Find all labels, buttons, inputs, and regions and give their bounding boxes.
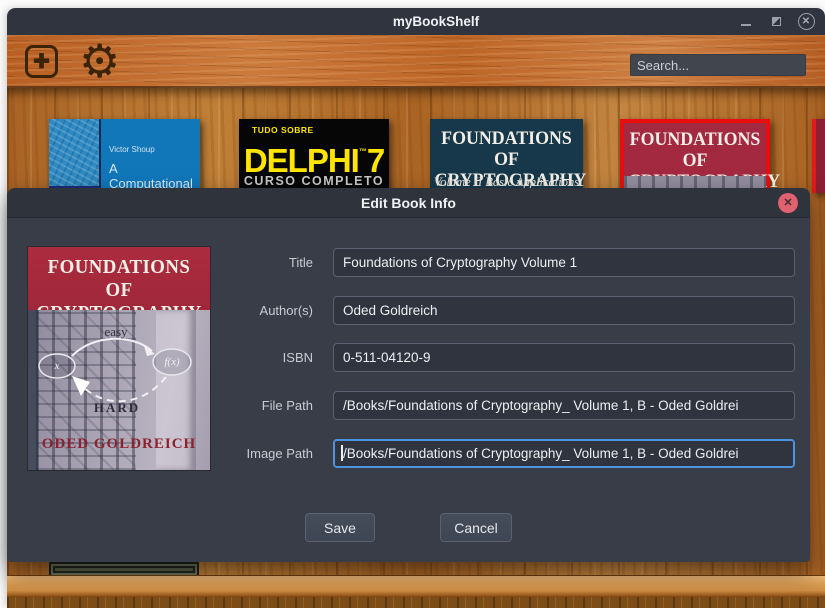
lower-shelf-wood [7,597,825,608]
dialog-title: Edit Book Info [361,195,456,211]
edit-book-dialog: Edit Book Info ✕ FOUNDATIONS OF CRYPTOGR… [7,188,810,562]
book-foundations-cryptography-vol2[interactable]: FOUNDATIONS OF CRYPTOGRAPHY Volume II Ba… [430,119,583,193]
title-label: Title [137,255,313,270]
toolbar: ✚ ⚙ [7,35,825,88]
book-delphi-7[interactable]: TUDO SOBRE DELPHI™7 CURSO COMPLETO [239,119,389,193]
form-row-title: Title [7,248,810,277]
authors-label: Author(s) [137,303,313,318]
maximize-button[interactable] [767,13,785,31]
easy-label: easy [104,324,127,340]
file-path-input[interactable] [333,391,795,420]
close-icon: ✕ [798,13,815,30]
desktop-background: myBookShelf ✕ ✚ ⚙ Victor Shoup [0,0,825,608]
book-cover-text: Victor Shoup A Computational Introductio… [101,119,200,193]
text-cursor [341,445,343,461]
dialog-close-button[interactable]: ✕ [778,193,798,213]
cancel-button[interactable]: Cancel [440,513,512,542]
authors-input[interactable] [333,296,795,325]
image-path-input[interactable] [333,439,795,468]
book-subtitle: CURSO COMPLETO [239,174,389,188]
add-book-button[interactable]: ✚ [25,45,58,78]
form-row-authors: Author(s) [7,296,810,325]
isbn-input[interactable] [333,343,795,372]
minimize-icon [741,24,751,26]
book-foundations-cryptography-vol1-selected[interactable]: FOUNDATIONS OF CRYPTOGRAPHY [620,119,770,193]
settings-button[interactable]: ⚙ [79,35,120,87]
file-path-label: File Path [137,398,313,413]
minimize-button[interactable] [737,13,755,31]
book-partial-right-edge[interactable] [812,119,825,193]
gear-icon: ⚙ [79,35,120,87]
form-row-isbn: ISBN [7,343,810,372]
book-author: Victor Shoup [109,145,155,154]
book-cover-art [49,119,101,193]
form-row-image-path: Image Path [7,439,810,468]
add-book-icon: ✚ [33,52,50,72]
form-row-file-path: File Path [7,391,810,420]
search-input[interactable] [630,54,806,76]
shelf-board [7,575,825,597]
window-controls: ✕ [737,8,815,35]
close-button[interactable]: ✕ [797,13,815,31]
image-path-label: Image Path [137,446,313,461]
save-button[interactable]: Save [305,513,375,542]
book-computational-introduction[interactable]: Victor Shoup A Computational Introductio… [49,119,200,193]
maximize-icon [772,17,781,26]
dialog-header[interactable]: Edit Book Info ✕ [7,188,810,218]
trademark-symbol: ™ [359,147,367,156]
title-input[interactable] [333,248,795,277]
titlebar[interactable]: myBookShelf ✕ [7,8,825,35]
window-title: myBookShelf [353,14,479,29]
isbn-label: ISBN [137,350,313,365]
